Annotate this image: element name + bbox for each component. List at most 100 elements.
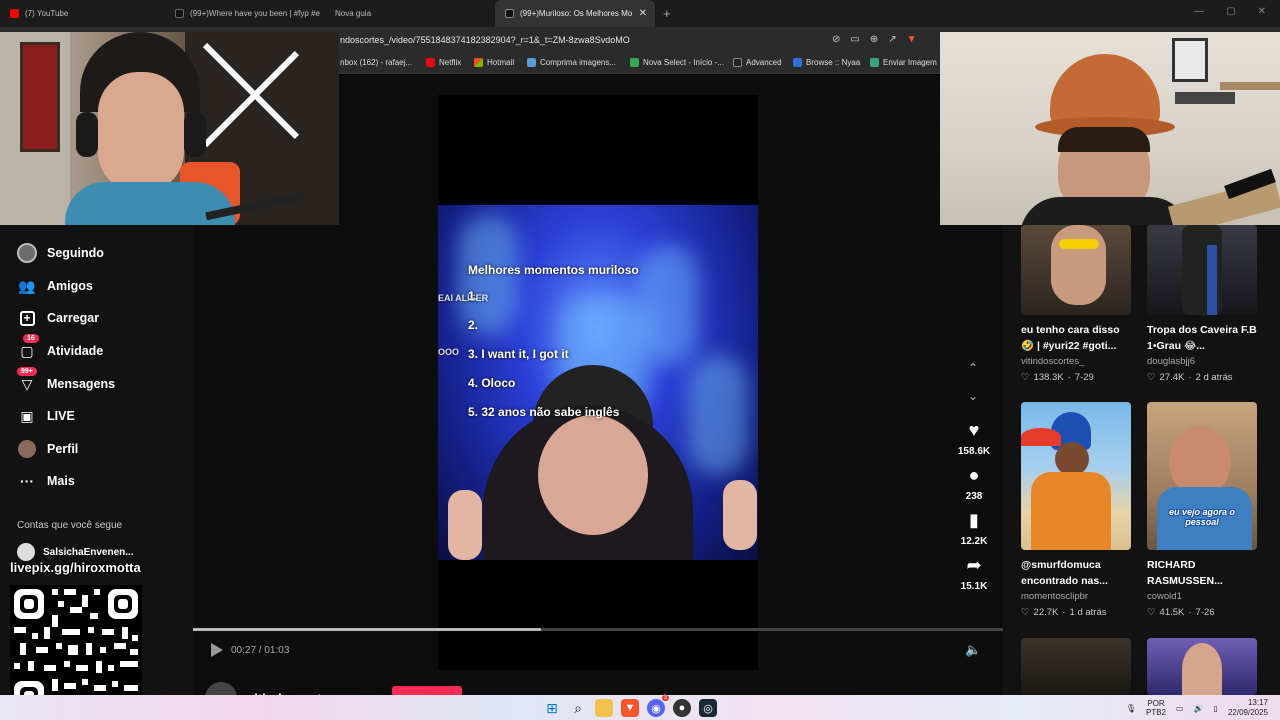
webcam-overlay-left bbox=[0, 32, 339, 225]
share-icon[interactable]: ↗ bbox=[888, 34, 896, 45]
video-progress-fill bbox=[193, 628, 542, 631]
video-thumbnail bbox=[1147, 225, 1257, 315]
tab-youtube[interactable]: (7) YouTube bbox=[0, 0, 165, 27]
video-caption-line: Melhores momentos muriloso bbox=[468, 263, 639, 277]
image-upload-icon bbox=[870, 58, 879, 67]
battery-icon[interactable]: ▯ bbox=[1214, 704, 1218, 713]
video-caption-line: 5. 32 anos não sabe inglês bbox=[468, 405, 620, 419]
discord-icon[interactable]: ◉ 3 bbox=[647, 695, 669, 717]
steam-icon[interactable]: ◎ bbox=[699, 699, 717, 717]
heart-outline-icon: ♡ bbox=[1021, 607, 1030, 618]
share-button[interactable]: ➦ 15.1K bbox=[953, 555, 995, 592]
bookmark-comprima[interactable]: Comprima imagens... bbox=[527, 58, 616, 67]
new-tab-button[interactable]: + bbox=[663, 6, 671, 21]
video-bg-text: OOO bbox=[438, 347, 460, 357]
tab-muriloso-active[interactable]: (99+)Muriloso: Os Melhores Mo ✕ bbox=[495, 0, 655, 27]
save-button[interactable]: ▮ 12.2K bbox=[953, 510, 995, 547]
window-controls: — ▢ ✕ bbox=[1194, 6, 1266, 17]
recommended-card[interactable]: Tropa dos Caveira F.B 1•Grau 😂... dougla… bbox=[1147, 225, 1259, 383]
comment-icon: ● bbox=[968, 465, 980, 485]
brave-shield-icon[interactable]: ▼ bbox=[907, 34, 917, 45]
volume-tray-icon[interactable]: 🔊 bbox=[1194, 704, 1204, 713]
video-bg-text: EAI ALISER bbox=[438, 293, 489, 303]
bookmark-nova-select[interactable]: Nova Select - Início -... bbox=[630, 58, 724, 67]
brave-browser-icon[interactable]: ▼ bbox=[621, 699, 639, 717]
live-icon: ▣ bbox=[20, 407, 34, 424]
windows-start-icon[interactable]: ⊞ bbox=[543, 699, 561, 717]
video-caption-line: 4. Oloco bbox=[468, 376, 516, 390]
nova-select-icon bbox=[630, 58, 639, 67]
nav-item-amigos[interactable]: 👥 Amigos bbox=[17, 276, 93, 296]
cast-icon[interactable]: ▭ bbox=[850, 34, 859, 45]
thumbnail-caption: eu vejo agora o pessoal bbox=[1168, 507, 1236, 527]
heart-icon: ♥ bbox=[968, 420, 980, 440]
like-button[interactable]: ♥ 158.6K bbox=[953, 420, 995, 457]
video-caption-line: 1. bbox=[468, 289, 479, 303]
heart-outline-icon: ♡ bbox=[1147, 372, 1156, 383]
activity-icon: ▢ 16 bbox=[17, 334, 39, 361]
windows-taskbar: ⊞ ⌕ ▼ ◉ 3 ● ◎ 🎙 POR PTB2 ▭ 🔊 ▯ 13:17 22/0… bbox=[0, 695, 1280, 720]
recommended-card[interactable]: @smurfdomuca encontrado nas... momentosc… bbox=[1021, 402, 1133, 618]
previous-video-icon[interactable]: ⌃ bbox=[968, 361, 978, 375]
microphone-icon[interactable]: 🎙 bbox=[1126, 704, 1136, 713]
discord-badge: 3 bbox=[661, 695, 669, 701]
recommended-card[interactable] bbox=[1147, 638, 1259, 695]
file-explorer-icon[interactable] bbox=[595, 699, 613, 717]
play-icon[interactable] bbox=[211, 643, 223, 657]
nav-item-live[interactable]: ▣ LIVE bbox=[17, 406, 74, 426]
nav-item-atividade[interactable]: ▢ 16 Atividade bbox=[17, 334, 103, 361]
messages-badge: 99+ bbox=[17, 367, 37, 376]
video-content[interactable]: EAI ALISER OOO Melhores momentos murilos… bbox=[438, 205, 758, 560]
network-icon[interactable]: ▭ bbox=[1176, 704, 1184, 713]
bookmark-netflix[interactable]: Netflix bbox=[426, 58, 461, 67]
tab-tiktok-where-have-you-been[interactable]: (99+)Where have you been | #fyp #e bbox=[165, 0, 325, 27]
comment-button[interactable]: ● 238 bbox=[953, 465, 995, 502]
close-tab-icon[interactable]: ✕ bbox=[639, 8, 647, 19]
youtube-icon bbox=[10, 9, 19, 18]
input-language[interactable]: POR PTB2 bbox=[1146, 699, 1166, 717]
netflix-icon bbox=[426, 58, 435, 67]
taskbar-icons: ⊞ ⌕ ▼ ◉ 3 ● ◎ bbox=[543, 695, 717, 717]
address-bar-icons: ⊘ ▭ ⊕ ↗ ▼ bbox=[832, 34, 917, 45]
bookmark-advanced[interactable]: Advanced bbox=[733, 58, 782, 67]
recommended-card[interactable] bbox=[1021, 638, 1133, 695]
upload-icon: + bbox=[17, 308, 37, 328]
nav-item-carregar[interactable]: + Carregar bbox=[17, 308, 99, 328]
close-window-icon[interactable]: ✕ bbox=[1258, 6, 1266, 17]
person-face bbox=[538, 415, 648, 535]
share-arrow-icon: ➦ bbox=[966, 555, 982, 575]
bookmark-hotmail[interactable]: Hotmail bbox=[474, 58, 514, 67]
action-bar: ♥ 158.6K ● 238 ▮ 12.2K ➦ 15.1K bbox=[953, 420, 995, 600]
following-account[interactable]: SalsichaEnvenen... bbox=[17, 543, 134, 561]
tab-nova-guia[interactable]: Nova guia bbox=[325, 0, 495, 27]
bookmark-icon: ▮ bbox=[969, 510, 979, 530]
tracking-off-icon[interactable]: ⊘ bbox=[832, 34, 840, 45]
nav-item-mensagens[interactable]: ▽ 99+ Mensagens bbox=[17, 367, 115, 394]
nav-item-seguindo[interactable]: Seguindo bbox=[17, 243, 104, 263]
bookmark-enviar-imagem[interactable]: Enviar Imagem bbox=[870, 58, 937, 67]
microsoft-icon bbox=[474, 58, 483, 67]
video-time: 00:27 / 01:03 bbox=[231, 645, 290, 656]
clock[interactable]: 13:17 22/09/2025 bbox=[1228, 698, 1268, 718]
obs-icon[interactable]: ● bbox=[673, 699, 691, 717]
following-section-title: Contas que você segue bbox=[17, 520, 123, 531]
zoom-icon[interactable]: ⊕ bbox=[870, 34, 878, 45]
webcam-overlay-right bbox=[940, 32, 1280, 225]
avatar bbox=[17, 543, 35, 561]
bookmark-inbox[interactable]: nbox (162) - rafaej... bbox=[340, 58, 412, 67]
bookmark-nyaa[interactable]: Browse :: Nyaa bbox=[793, 58, 860, 67]
recommended-card[interactable]: eu tenho cara disso 🤣 | #yuri22 #goti...… bbox=[1021, 225, 1133, 383]
video-progress-bar[interactable] bbox=[193, 628, 1003, 631]
recommended-card[interactable]: eu vejo agora o pessoal RICHARD RASMUSSE… bbox=[1147, 402, 1259, 618]
search-icon[interactable]: ⌕ bbox=[569, 699, 587, 717]
minimize-icon[interactable]: — bbox=[1194, 6, 1204, 17]
nav-item-perfil[interactable]: Perfil bbox=[17, 439, 78, 459]
next-video-icon[interactable]: ⌄ bbox=[968, 389, 978, 403]
volume-icon[interactable]: 🔈 bbox=[965, 642, 981, 658]
nav-item-mais[interactable]: ··· Mais bbox=[17, 471, 75, 491]
activity-badge: 16 bbox=[23, 334, 39, 343]
url-field[interactable]: ndoscortes_/video/7551848374182382904?_r… bbox=[340, 35, 630, 45]
video-thumbnail bbox=[1021, 225, 1131, 315]
profile-icon bbox=[17, 439, 37, 459]
maximize-icon[interactable]: ▢ bbox=[1226, 6, 1235, 17]
